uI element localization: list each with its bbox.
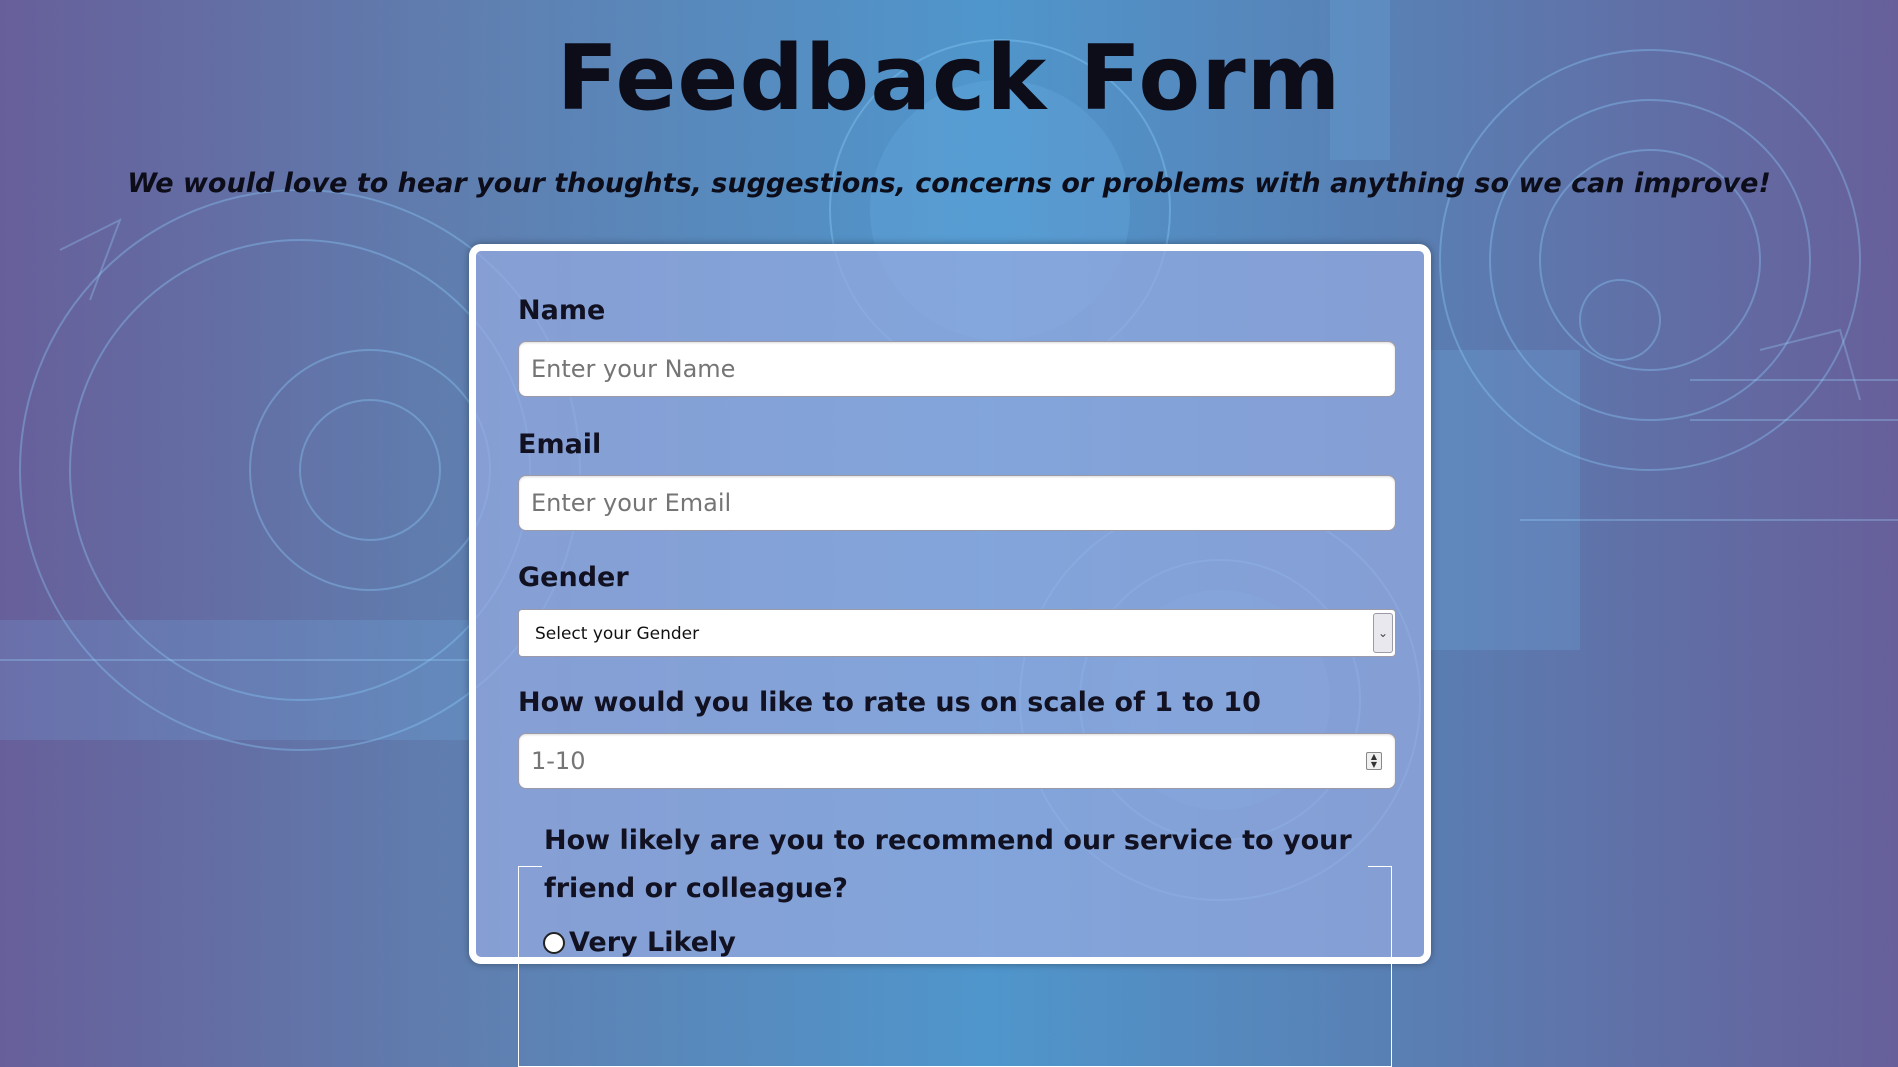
email-label: Email <box>518 429 602 460</box>
feedback-form-card: Name Email Gender Select your Gender ⌄ H… <box>469 244 1431 1067</box>
rating-input[interactable] <box>518 733 1396 789</box>
spinner-arrows-icon[interactable]: ▲ ▼ <box>1366 752 1382 770</box>
gender-label: Gender <box>518 562 629 593</box>
gender-select[interactable]: Select your Gender ⌄ <box>518 609 1396 657</box>
recommend-legend: How likely are you to recommend our serv… <box>544 825 1352 904</box>
name-label: Name <box>518 295 606 326</box>
radio-label: Very Likely <box>569 927 736 958</box>
page-title: Feedback Form <box>556 26 1342 131</box>
chevron-down-icon[interactable]: ⌄ <box>1373 613 1393 653</box>
radio-option-very-likely[interactable]: Very Likely <box>543 927 736 958</box>
rating-field: ▲▼ <box>518 733 1396 789</box>
email-input[interactable] <box>518 475 1396 531</box>
rating-label: How would you like to rate us on scale o… <box>518 687 1261 718</box>
page-subtitle: We would love to hear your thoughts, sug… <box>127 168 1771 199</box>
gender-select-value: Select your Gender <box>535 624 700 644</box>
name-input[interactable] <box>518 341 1396 397</box>
radio-button[interactable] <box>543 931 565 954</box>
